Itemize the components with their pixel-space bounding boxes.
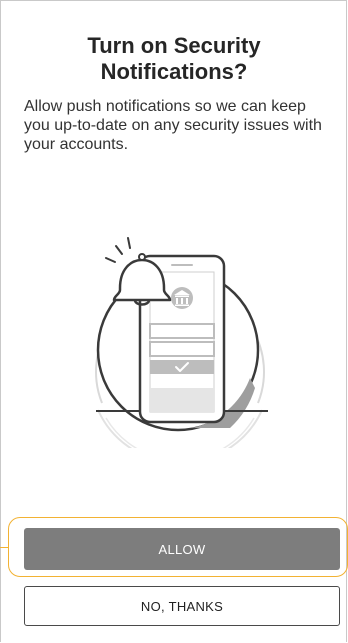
- bell-icon: [105, 237, 172, 306]
- dialog-title: Turn on Security Notifications?: [87, 33, 261, 84]
- no-thanks-button[interactable]: NO, THANKS: [24, 586, 340, 626]
- highlight-connector: [0, 547, 8, 548]
- bank-icon: [171, 287, 193, 309]
- allow-button[interactable]: ALLOW: [24, 528, 340, 570]
- form-fields: [149, 323, 215, 374]
- security-notification-illustration: [95, 237, 268, 448]
- dialog-message: Allow push notifications so we can keep …: [24, 98, 322, 153]
